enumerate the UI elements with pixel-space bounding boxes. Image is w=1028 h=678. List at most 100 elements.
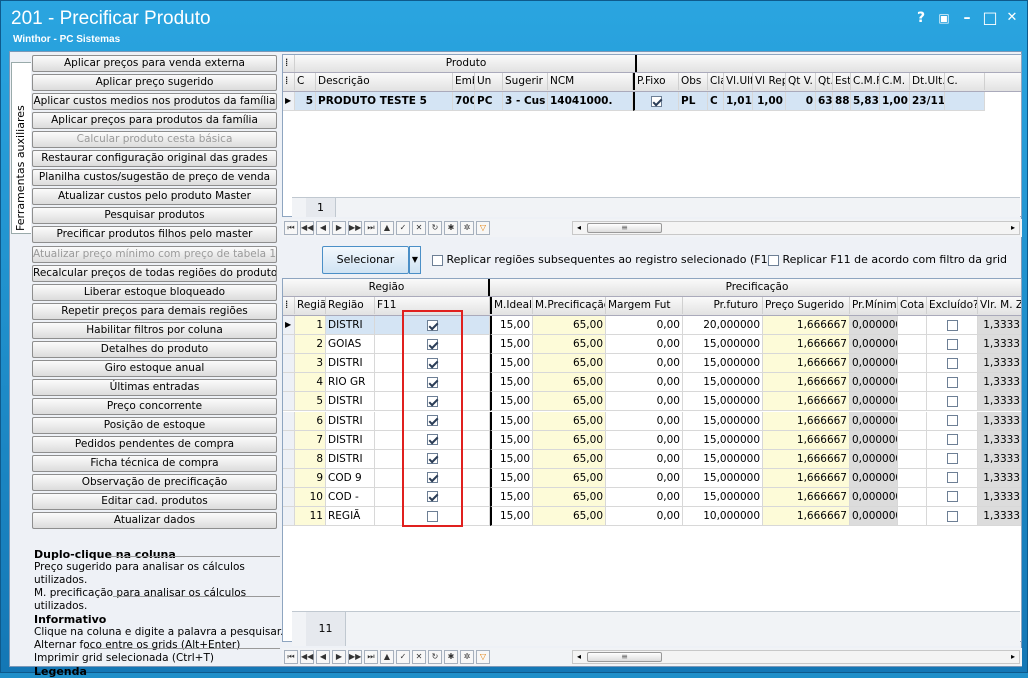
cell-prfut[interactable]: 20,000000 bbox=[683, 316, 763, 335]
region-nav-horizontal-scrollbar[interactable]: ◂ ≡ ▸ bbox=[572, 650, 1020, 664]
table-row[interactable]: 8 DISTRI 15,00 65,00 0,00 15,000000 1,666667 0,… bbox=[283, 449, 1021, 469]
grid-menu-icon[interactable]: ⁞ bbox=[283, 297, 295, 314]
product-nav-clear-filter-icon[interactable]: ✲ bbox=[460, 221, 474, 235]
exc-checkbox[interactable] bbox=[927, 335, 978, 355]
cell-obs[interactable]: PL bbox=[679, 92, 708, 111]
scroll-thumb[interactable]: ≡ bbox=[587, 652, 662, 662]
cell-prmin[interactable]: 0,000000 bbox=[850, 316, 898, 335]
table-row[interactable]: 4 RIO GR 15,00 65,00 0,00 15,000000 1,666667 0,… bbox=[283, 373, 1021, 393]
cell-n[interactable]: 2 bbox=[295, 335, 326, 355]
column-header[interactable]: Região bbox=[326, 297, 375, 314]
column-header[interactable]: C.M. bbox=[880, 73, 910, 90]
column-header[interactable]: M.Precificação bbox=[533, 297, 606, 314]
grid-menu-icon[interactable]: ⁞ bbox=[283, 55, 295, 72]
cell-clas[interactable]: C bbox=[708, 92, 724, 111]
cell-mprec[interactable]: 65,00 bbox=[533, 392, 606, 412]
cell-mfut[interactable]: 0,00 bbox=[606, 354, 683, 374]
cell-mideal[interactable]: 15,00 bbox=[490, 335, 533, 355]
column-header[interactable]: Cota bbox=[898, 297, 927, 314]
cell-mfut[interactable]: 0,00 bbox=[606, 335, 683, 355]
cell-cota[interactable] bbox=[898, 507, 927, 526]
cell-mprec[interactable]: 65,00 bbox=[533, 507, 606, 526]
cell-sug[interactable]: 1,666667 bbox=[763, 373, 850, 393]
cell-est[interactable]: 88 bbox=[833, 92, 851, 111]
cell-prfut[interactable]: 10,000000 bbox=[683, 507, 763, 526]
column-header[interactable]: C.M.Fin bbox=[851, 73, 880, 90]
cell-n[interactable]: 1 bbox=[295, 316, 326, 335]
tool-button[interactable]: Precificar produtos filhos pelo master bbox=[32, 226, 277, 244]
cell-sug[interactable]: 1,666667 bbox=[763, 354, 850, 374]
product-nav-refresh-icon[interactable]: ↻ bbox=[428, 221, 442, 235]
tool-button[interactable]: Habilitar filtros por coluna bbox=[32, 321, 277, 339]
cell-mfut[interactable]: 0,00 bbox=[606, 430, 683, 450]
table-row[interactable]: 7 DISTRI 15,00 65,00 0,00 15,000000 1,666667 0,… bbox=[283, 430, 1021, 450]
cell-prmin[interactable]: 0,000000 bbox=[850, 335, 898, 355]
exc-checkbox[interactable] bbox=[927, 392, 978, 412]
cell-c[interactable] bbox=[945, 92, 985, 111]
cell-n[interactable]: 9 bbox=[295, 468, 326, 488]
cell-vlr[interactable]: 1,3333 bbox=[978, 430, 1021, 450]
exc-checkbox[interactable] bbox=[927, 507, 978, 526]
cell-n[interactable]: 11 bbox=[295, 507, 326, 526]
cell-prfut[interactable]: 15,000000 bbox=[683, 468, 763, 488]
tool-button[interactable]: Atualizar dados bbox=[32, 512, 277, 530]
cell-sug[interactable]: 1,666667 bbox=[763, 335, 850, 355]
table-row[interactable]: 10 COD - 15,00 65,00 0,00 15,000000 1,666667 0,… bbox=[283, 487, 1021, 507]
scroll-thumb[interactable]: ≡ bbox=[587, 223, 662, 233]
scroll-left-icon[interactable]: ◂ bbox=[573, 651, 585, 663]
cell-dtult[interactable]: 23/11/20 bbox=[910, 92, 945, 111]
cell-mfut[interactable]: 0,00 bbox=[606, 449, 683, 469]
cell-prfut[interactable]: 15,000000 bbox=[683, 335, 763, 355]
cell-vlr[interactable]: 1,3333 bbox=[978, 373, 1021, 393]
product-nav-insert-icon[interactable]: ▲ bbox=[380, 221, 394, 235]
cell-mideal[interactable]: 15,00 bbox=[490, 392, 533, 412]
cell-cota[interactable] bbox=[898, 449, 927, 469]
cell-vlr[interactable]: 1,3333 bbox=[978, 487, 1021, 507]
cell-sug[interactable]: 1,666667 bbox=[763, 316, 850, 335]
cell-mfut[interactable]: 0,00 bbox=[606, 392, 683, 412]
tool-button[interactable]: Aplicar preço sugerido bbox=[32, 74, 277, 92]
tool-button[interactable]: Aplicar preços para produtos da família bbox=[32, 112, 277, 130]
tool-button[interactable]: Liberar estoque bloqueado bbox=[32, 283, 277, 301]
cell-mfut[interactable]: 0,00 bbox=[606, 487, 683, 507]
cell-cota[interactable] bbox=[898, 430, 927, 450]
column-header[interactable]: Est bbox=[833, 73, 851, 90]
tool-button[interactable]: Preço concorrente bbox=[32, 397, 277, 415]
cell-vlr[interactable]: 1,3333 bbox=[978, 411, 1021, 431]
exc-checkbox[interactable] bbox=[927, 411, 978, 431]
cell-prfut[interactable]: 15,000000 bbox=[683, 411, 763, 431]
cell-vlr[interactable]: 1,3333 bbox=[978, 335, 1021, 355]
column-header[interactable]: Obs bbox=[679, 73, 708, 90]
cell-mfut[interactable]: 0,00 bbox=[606, 316, 683, 335]
column-header[interactable]: Descrição bbox=[316, 73, 453, 90]
cell-mideal[interactable]: 15,00 bbox=[490, 430, 533, 450]
cell-name[interactable]: DISTRI bbox=[326, 411, 375, 431]
cell-un[interactable]: PC bbox=[475, 92, 503, 111]
exc-checkbox[interactable] bbox=[927, 430, 978, 450]
minimize-button[interactable]: – bbox=[958, 9, 976, 27]
scroll-right-icon[interactable]: ▸ bbox=[1007, 222, 1019, 234]
region-nav-prior-page-icon[interactable]: ◀◀ bbox=[300, 650, 314, 664]
product-nav-prior-page-icon[interactable]: ◀◀ bbox=[300, 221, 314, 235]
tool-button[interactable]: Restaurar configuração original das grad… bbox=[32, 150, 277, 168]
cell-sugerir[interactable]: 3 - Cus bbox=[503, 92, 548, 111]
column-header[interactable]: Pr.futuro bbox=[683, 297, 763, 314]
region-nav-prior-icon[interactable]: ◀ bbox=[316, 650, 330, 664]
cell-prmin[interactable]: 0,000000 bbox=[850, 392, 898, 412]
product-grid[interactable]: ⁞ Produto ⁞CDescriçãoEmbaUnSugerirNCMP.F… bbox=[282, 54, 1022, 217]
region-nav-cancel-icon[interactable]: ✕ bbox=[412, 650, 426, 664]
close-button[interactable]: ✕ bbox=[1003, 9, 1021, 27]
cell-vlr[interactable]: 1,3333 bbox=[978, 449, 1021, 469]
cell-prmin[interactable]: 0,000000 bbox=[850, 487, 898, 507]
region-nav-clear-filter-icon[interactable]: ✲ bbox=[460, 650, 474, 664]
cell-vlr[interactable]: 1,3333 bbox=[978, 354, 1021, 374]
product-nav-post-icon[interactable]: ✓ bbox=[396, 221, 410, 235]
cell-sug[interactable]: 1,666667 bbox=[763, 430, 850, 450]
option-replicar-filtro[interactable]: Replicar F11 de acordo com filtro da gri… bbox=[768, 253, 1007, 266]
table-row[interactable]: 9 COD 9 15,00 65,00 0,00 15,000000 1,666667 0,0… bbox=[283, 468, 1021, 488]
cell-prfut[interactable]: 15,000000 bbox=[683, 354, 763, 374]
column-header[interactable]: Preço Sugerido bbox=[763, 297, 850, 314]
region-nav-refresh-icon[interactable]: ↻ bbox=[428, 650, 442, 664]
cell-sug[interactable]: 1,666667 bbox=[763, 449, 850, 469]
tool-button[interactable]: Últimas entradas bbox=[32, 378, 277, 396]
